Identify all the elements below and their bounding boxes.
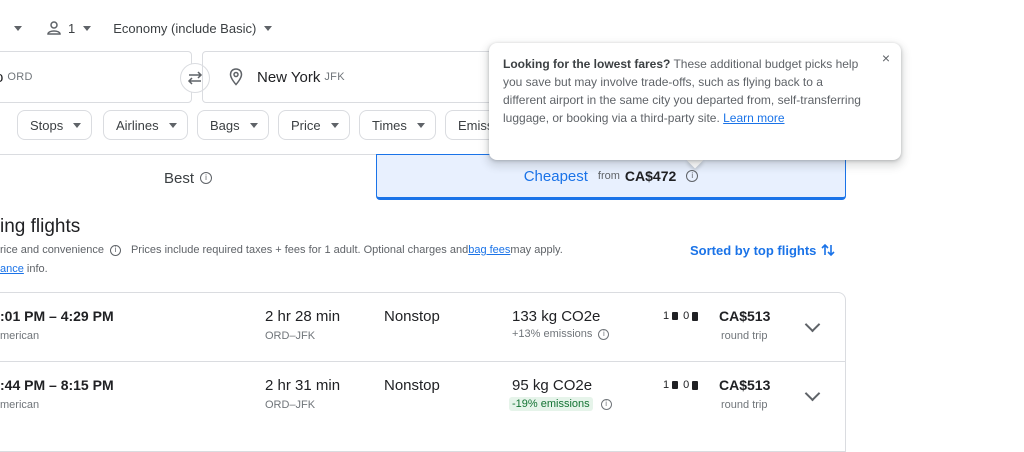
co2-amount: 95 kg CO2e bbox=[512, 377, 593, 394]
carry-on-bag-icon bbox=[672, 381, 679, 389]
filter-airlines[interactable]: Airlines bbox=[103, 110, 188, 140]
origin-field[interactable]: o ORD bbox=[0, 51, 192, 103]
flight-times: :44 PM – 8:15 PM bbox=[0, 377, 114, 393]
expand-chevron-icon[interactable] bbox=[804, 316, 821, 333]
info-icon[interactable]: i bbox=[686, 170, 699, 182]
tab-best[interactable]: Best i bbox=[0, 155, 376, 201]
tab-best-label: Best bbox=[163, 169, 194, 187]
destination-field[interactable]: New York JFK bbox=[202, 51, 502, 103]
chevron-down-icon bbox=[416, 122, 425, 128]
section-description-2: ance info. bbox=[0, 263, 48, 275]
flight-row[interactable]: :01 PM – 4:29 PM merican 2 hr 28 min ORD… bbox=[0, 293, 845, 361]
price-note: round trip bbox=[721, 399, 768, 411]
carry-on-count: 1 bbox=[663, 310, 670, 322]
close-icon[interactable]: × bbox=[878, 50, 894, 66]
origin-city: o bbox=[0, 69, 3, 86]
destination-city: New York bbox=[257, 68, 321, 86]
flight-times: :01 PM – 4:29 PM bbox=[0, 308, 114, 324]
airline-name: merican bbox=[0, 399, 40, 411]
flight-row[interactable]: :44 PM – 8:15 PM merican 2 hr 31 min ORD… bbox=[0, 362, 845, 430]
tab-cheapest-price: CA$472 bbox=[624, 168, 677, 184]
budget-picks-tooltip: Looking for the lowest fares? These addi… bbox=[489, 43, 901, 160]
tooltip-heading: Looking for the lowest fares? bbox=[503, 57, 671, 71]
filter-label: Bags bbox=[210, 117, 240, 133]
description-text: info. bbox=[23, 263, 48, 275]
trip-type-dropdown[interactable] bbox=[14, 25, 22, 31]
filter-label: Times bbox=[372, 117, 407, 133]
info-icon[interactable]: i bbox=[600, 398, 612, 410]
info-icon[interactable]: i bbox=[598, 328, 610, 340]
co2-amount: 133 kg CO2e bbox=[512, 308, 601, 325]
flight-duration: 2 hr 31 min bbox=[265, 377, 341, 394]
description-text: Prices include required taxes + fees for… bbox=[130, 244, 469, 256]
bag-allowance: 1 0 bbox=[663, 379, 699, 391]
description-text: may apply. bbox=[510, 244, 563, 256]
filter-label: Stops bbox=[30, 117, 64, 133]
bag-fees-link[interactable]: bag fees bbox=[468, 244, 510, 256]
info-icon[interactable]: i bbox=[200, 172, 212, 184]
section-description: rice and convenience i Prices include re… bbox=[0, 244, 563, 256]
location-pin-icon bbox=[229, 68, 243, 86]
info-icon[interactable]: i bbox=[109, 244, 121, 256]
emissions-comparison: +13% emissions i bbox=[512, 328, 610, 340]
tab-cheapest-from: from bbox=[597, 170, 620, 182]
carry-on-bag-icon bbox=[672, 312, 679, 320]
chevron-down-icon bbox=[168, 122, 177, 128]
carry-on-count: 1 bbox=[663, 379, 670, 391]
flight-duration: 2 hr 28 min bbox=[265, 308, 341, 325]
checked-bag-count: 0 bbox=[683, 310, 690, 322]
filter-label: Airlines bbox=[116, 117, 159, 133]
section-title: ing flights bbox=[0, 216, 81, 237]
chevron-down-icon bbox=[330, 122, 339, 128]
passengers-selector[interactable]: 1 bbox=[46, 20, 92, 36]
checked-bag-count: 0 bbox=[683, 379, 690, 391]
destination-code: JFK bbox=[324, 71, 345, 83]
flight-route: ORD–JFK bbox=[265, 399, 316, 411]
description-text: rice and convenience bbox=[0, 244, 104, 256]
emissions-comparison: -19% emissions i bbox=[509, 397, 612, 411]
search-options-row: 1 Economy (include Basic) bbox=[0, 18, 273, 38]
flight-stops: Nonstop bbox=[384, 377, 440, 394]
sort-label: Sorted by top flights bbox=[690, 242, 817, 258]
checked-bag-icon bbox=[692, 380, 699, 390]
tab-cheapest[interactable]: Cheapest from CA$472 i bbox=[376, 154, 846, 200]
cabin-class-label: Economy (include Basic) bbox=[113, 20, 257, 36]
person-icon bbox=[47, 21, 61, 35]
sort-icon bbox=[821, 243, 835, 257]
airline-name: merican bbox=[0, 330, 40, 342]
learn-more-link[interactable]: Learn more bbox=[723, 111, 784, 125]
price-note: round trip bbox=[721, 330, 768, 342]
filter-times[interactable]: Times bbox=[359, 110, 436, 140]
info-link[interactable]: ance bbox=[0, 263, 24, 275]
flight-price: CA$513 bbox=[719, 377, 771, 393]
expand-chevron-icon[interactable] bbox=[804, 385, 821, 402]
filter-bags[interactable]: Bags bbox=[197, 110, 269, 140]
sort-button[interactable]: Sorted by top flights bbox=[690, 242, 836, 258]
bag-allowance: 1 0 bbox=[663, 310, 699, 322]
flight-price: CA$513 bbox=[719, 308, 771, 324]
filter-price[interactable]: Price bbox=[278, 110, 350, 140]
filter-label: Price bbox=[291, 117, 321, 133]
flight-stops: Nonstop bbox=[384, 308, 440, 325]
tab-cheapest-label: Cheapest bbox=[523, 167, 588, 185]
cabin-class-selector[interactable]: Economy (include Basic) bbox=[113, 20, 273, 36]
chevron-down-icon bbox=[73, 122, 82, 128]
chevron-down-icon bbox=[249, 122, 258, 128]
checked-bag-icon bbox=[692, 311, 699, 321]
chevron-down-icon bbox=[83, 25, 92, 31]
passenger-count: 1 bbox=[68, 20, 76, 36]
origin-code: ORD bbox=[7, 71, 33, 83]
chevron-down-icon bbox=[264, 25, 273, 31]
emissions-badge: -19% emissions bbox=[509, 397, 593, 411]
emissions-text: +13% emissions bbox=[512, 328, 593, 340]
flight-route: ORD–JFK bbox=[265, 330, 316, 342]
filter-stops[interactable]: Stops bbox=[17, 110, 93, 140]
